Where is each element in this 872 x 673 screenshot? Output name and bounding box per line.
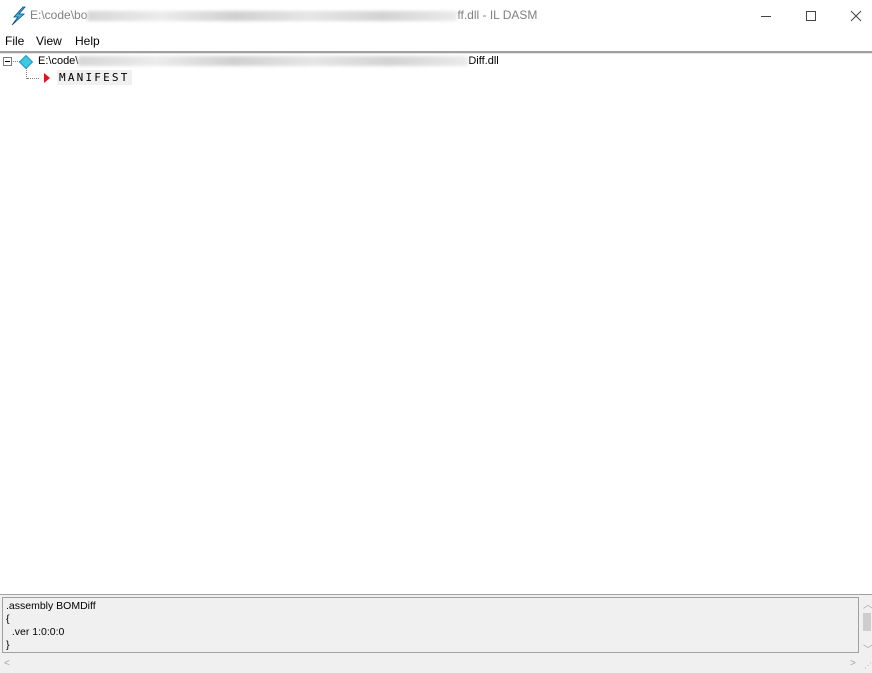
il-dasm-lightning-icon xyxy=(9,6,27,26)
window-title: E:\code\bo ff.dll - IL DASM xyxy=(30,8,537,22)
horizontal-scrollbar[interactable]: < > ⋰ xyxy=(0,656,872,673)
tree-root-suffix: Diff.dll xyxy=(468,55,499,67)
scroll-up-icon[interactable]: ︿ xyxy=(863,596,872,611)
menu-bar: File View Help xyxy=(0,32,872,50)
window-title-suffix: ff.dll - IL DASM xyxy=(457,8,538,22)
scroll-thumb[interactable] xyxy=(863,613,871,631)
scroll-down-icon[interactable]: ﹀ xyxy=(863,641,872,656)
scroll-right-icon[interactable]: > xyxy=(850,658,856,669)
tree-root-prefix: E:\code\ xyxy=(38,55,79,67)
close-button[interactable] xyxy=(833,0,872,32)
tree-connector xyxy=(27,78,39,79)
menu-file[interactable]: File xyxy=(5,34,24,48)
scroll-left-icon[interactable]: < xyxy=(4,658,10,669)
red-triangle-icon xyxy=(44,73,50,83)
tree-root-node[interactable]: E:\code\ Diff.dll xyxy=(0,54,872,70)
minimize-button[interactable] xyxy=(743,0,789,32)
redacted-path xyxy=(78,56,469,67)
tree-view[interactable]: E:\code\ Diff.dll MANIFEST xyxy=(0,54,872,592)
maximize-button[interactable] xyxy=(788,0,834,32)
vertical-scrollbar[interactable]: ︿ ﹀ xyxy=(861,595,872,656)
title-bar[interactable]: E:\code\bo ff.dll - IL DASM xyxy=(0,0,872,32)
tree-root-label: E:\code\ Diff.dll xyxy=(38,55,499,67)
collapse-toggle-icon[interactable] xyxy=(3,57,12,66)
maximize-icon xyxy=(806,11,816,21)
minimize-icon xyxy=(761,16,771,17)
diamond-assembly-icon xyxy=(18,54,34,70)
resize-grip-icon[interactable]: ⋰ xyxy=(864,661,872,670)
close-icon xyxy=(850,10,862,22)
menu-view[interactable]: View xyxy=(36,34,62,48)
output-pane: .assembly BOMDiff { .ver 1:0:0:0 } ︿ ﹀ xyxy=(0,594,872,657)
tree-item-manifest[interactable]: MANIFEST xyxy=(57,70,132,85)
redacted-path xyxy=(87,10,458,21)
window-title-prefix: E:\code\bo xyxy=(30,8,88,22)
output-text[interactable]: .assembly BOMDiff { .ver 1:0:0:0 } xyxy=(2,597,859,653)
menu-help[interactable]: Help xyxy=(75,34,100,48)
